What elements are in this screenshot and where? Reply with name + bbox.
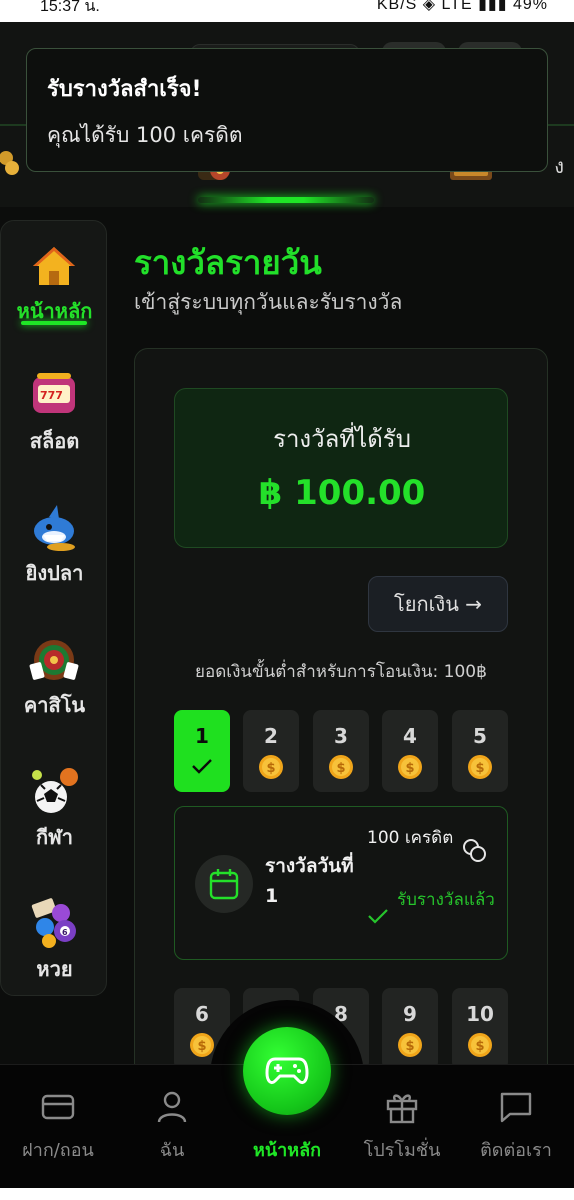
check-icon <box>192 759 212 774</box>
day-card[interactable]: 3 $ <box>313 710 369 792</box>
system-nav-strip <box>0 1188 574 1200</box>
page-subtitle: เข้าสู่ระบบทุกวันและรับรางวัล <box>134 290 403 314</box>
svg-text:$: $ <box>476 1039 485 1054</box>
nav-item-label: ติดต่อเรา <box>480 1140 552 1161</box>
svg-text:$: $ <box>267 761 276 776</box>
coin-icon: $ <box>468 755 492 779</box>
nav-item-label: หน้าหลัก <box>252 1140 322 1161</box>
gamepad-icon <box>265 1057 309 1085</box>
home-game-button[interactable] <box>243 1027 331 1115</box>
nav-item-profile[interactable]: ฉัน <box>117 1065 227 1188</box>
coin-icon: $ <box>398 1033 422 1057</box>
sidebar-item-label: คาสิโน <box>23 693 86 717</box>
home-icon <box>33 247 75 285</box>
sidebar-item-label: สล็อต <box>29 429 80 453</box>
page-title: รางวัลรายวัน <box>134 243 322 282</box>
day-card[interactable]: 4 $ <box>382 710 438 792</box>
sidebar-item-fishing[interactable]: ยิงปลา <box>1 501 108 611</box>
day-card[interactable]: 10 $ <box>452 988 508 1070</box>
reward-value: ฿ 100.00 <box>258 473 426 513</box>
day-number: 4 <box>403 724 417 748</box>
check-icon <box>368 909 388 924</box>
day-detail-title: รางวัลวันที่ 1 <box>265 855 354 907</box>
calendar-icon <box>209 869 239 900</box>
svg-text:$: $ <box>476 761 485 776</box>
calendar-icon-badge <box>195 855 253 913</box>
svg-text:$: $ <box>337 761 346 776</box>
category-sidebar: หน้าหลัก 777 สล็อต ยิงปลา คาสิโน กีฬา 6 … <box>0 220 107 996</box>
day-detail-card: รางวัลวันที่ 1 100 เครดิต รับรางวัลแล้ว <box>174 806 508 960</box>
day-card[interactable]: 2 $ <box>243 710 299 792</box>
lottery-balls-icon: 6 <box>31 898 76 948</box>
day-number: 3 <box>334 724 348 748</box>
minimum-transfer-note: ยอดเงินขั้นต่ำสำหรับการโอนเงิน: 100฿ <box>195 662 487 682</box>
success-toast: รับรางวัลสำเร็จ! คุณได้รับ 100 เครดิต <box>26 48 548 172</box>
svg-text:777: 777 <box>40 389 63 402</box>
day-detail-amount: 100 เครดิต <box>367 828 454 848</box>
chat-icon <box>500 1092 532 1123</box>
coin-icon: $ <box>468 1033 492 1057</box>
user-icon <box>157 1091 187 1123</box>
day-number: 1 <box>195 724 209 748</box>
sidebar-item-lottery[interactable]: 6 หวย <box>1 897 108 1007</box>
day-number: 5 <box>473 724 487 748</box>
nav-item-label: ฝาก/ถอน <box>22 1140 94 1161</box>
sidebar-item-home[interactable]: หน้าหลัก <box>1 239 108 349</box>
sports-balls-icon <box>32 768 78 813</box>
status-time: 15:37 น. <box>40 0 100 15</box>
nav-item-contact[interactable]: ติดต่อเรา <box>461 1065 571 1188</box>
day-number: 6 <box>195 1002 209 1026</box>
svg-text:$: $ <box>198 1039 207 1054</box>
roulette-icon <box>29 640 79 680</box>
shark-icon <box>34 505 75 551</box>
coin-icon: $ <box>259 755 283 779</box>
header-text-fragment: ง <box>554 154 564 178</box>
svg-text:6: 6 <box>62 928 68 937</box>
coins-icon <box>463 839 486 862</box>
sidebar-item-sports[interactable]: กีฬา <box>1 765 108 875</box>
toast-title: รับรางวัลสำเร็จ! <box>47 77 202 102</box>
status-indicators: KB/S ◈ LTE ▮▮▮ 49% <box>376 0 548 13</box>
nav-item-label: ฉัน <box>159 1140 185 1161</box>
active-tab-indicator <box>198 197 374 203</box>
sidebar-item-label: หวย <box>36 957 73 981</box>
reward-label: รางวัลที่ได้รับ <box>273 425 411 453</box>
nav-item-promotions[interactable]: โปรโมชั่น <box>347 1065 457 1188</box>
sidebar-item-slots[interactable]: 777 สล็อต <box>1 369 108 479</box>
coin-icon: $ <box>398 755 422 779</box>
card-icon <box>41 1094 75 1120</box>
toast-message: คุณได้รับ 100 เครดิต <box>47 123 243 147</box>
nav-item-deposit-withdraw[interactable]: ฝาก/ถอน <box>3 1065 113 1188</box>
sidebar-item-casino[interactable]: คาสิโน <box>1 633 108 743</box>
reward-summary-box: รางวัลที่ได้รับ ฿ 100.00 <box>174 388 508 548</box>
status-bar: 15:37 น. KB/S ◈ LTE ▮▮▮ 49% <box>0 0 574 22</box>
gift-icon <box>386 1094 418 1124</box>
sidebar-item-label: ยิงปลา <box>25 561 84 585</box>
day-card[interactable]: 9 $ <box>382 988 438 1070</box>
transfer-money-button[interactable]: โยกเงิน → <box>368 576 508 632</box>
day-number: 9 <box>403 1002 417 1026</box>
claim-status: รับรางวัลแล้ว <box>397 890 495 910</box>
day-number: 10 <box>466 1002 494 1026</box>
nav-item-label: โปรโมชั่น <box>363 1140 441 1161</box>
coins-icon <box>0 151 19 175</box>
svg-text:$: $ <box>406 1039 415 1054</box>
day-number: 2 <box>264 724 278 748</box>
coin-icon: $ <box>190 1033 214 1057</box>
coin-icon: $ <box>329 755 353 779</box>
svg-text:$: $ <box>406 761 415 776</box>
slot-machine-icon: 777 <box>33 373 75 413</box>
day-card[interactable]: 5 $ <box>452 710 508 792</box>
app-screen: ง รับรางวัลสำเร็จ! คุณได้รับ 100 เครดิต … <box>0 22 574 1188</box>
day-card[interactable]: 1 <box>174 710 230 792</box>
sidebar-active-indicator <box>21 321 87 325</box>
sidebar-item-label: กีฬา <box>35 825 73 849</box>
